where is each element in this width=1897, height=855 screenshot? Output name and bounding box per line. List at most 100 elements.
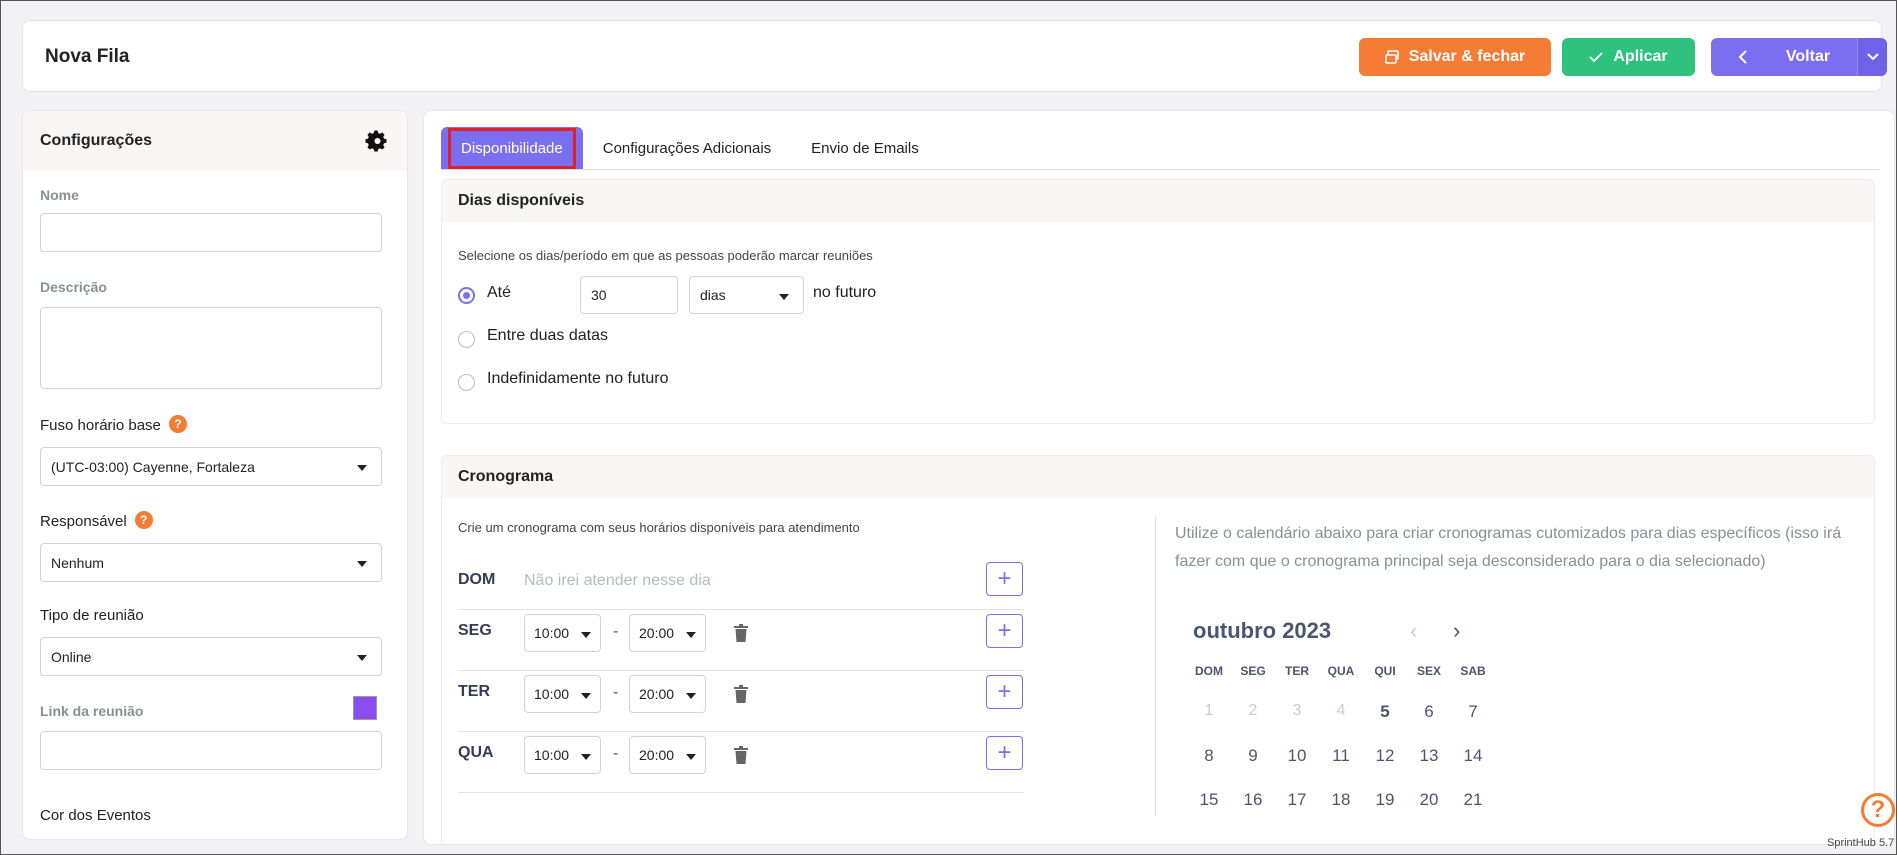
save-icon <box>1384 50 1399 64</box>
meeting-type-label: Tipo de reunião <box>40 607 144 624</box>
tab-emails[interactable]: Envio de Emails <box>791 127 939 169</box>
calendar-day[interactable]: 10 <box>1275 746 1319 766</box>
help-icon[interactable]: ? <box>168 415 187 433</box>
calendar-day[interactable]: 14 <box>1451 746 1495 766</box>
owner-select[interactable]: Nenhum <box>40 543 382 582</box>
add-interval-button-seg[interactable]: + <box>986 614 1023 648</box>
dom-off-text: Não irei atender nesse dia <box>524 572 711 589</box>
calendar-note: Utilize o calendário abaixo para criar c… <box>1175 525 1842 570</box>
qua-end-select[interactable]: 20:00 <box>629 736 706 774</box>
main-panel: Disponibilidade Configurações Adicionais… <box>423 110 1895 845</box>
add-interval-button-qua[interactable]: + <box>986 736 1023 770</box>
seg-end-select[interactable]: 20:00 <box>629 614 706 652</box>
apply-label: Aplicar <box>1613 48 1668 65</box>
qua-start-select[interactable]: 10:00 <box>524 736 601 774</box>
row-divider <box>458 670 1024 671</box>
help-icon[interactable]: ? <box>134 511 153 529</box>
calendar-day: 3 <box>1292 702 1302 719</box>
calendar-day[interactable]: 13 <box>1407 746 1451 766</box>
calendar-day[interactable]: 21 <box>1451 790 1495 810</box>
calendar-day[interactable]: 16 <box>1231 790 1275 810</box>
settings-panel: Configurações Nome Descrição Fuso horári… <box>22 110 408 840</box>
name-input[interactable] <box>40 213 382 252</box>
schedule-subtitle: Crie um cronograma com seus horários dis… <box>458 520 860 535</box>
back-dropdown-button[interactable] <box>1857 38 1887 76</box>
radio-indefinite-label: Indefinidamente no futuro <box>487 370 669 387</box>
tab-availability[interactable]: Disponibilidade <box>441 127 583 169</box>
row-divider <box>458 792 1024 793</box>
calendar-next-icon[interactable]: › <box>1453 618 1460 644</box>
seg-end-value: 20:00 <box>639 625 675 641</box>
calendar-day[interactable]: 18 <box>1319 790 1363 810</box>
event-color-swatch[interactable] <box>353 696 377 720</box>
meeting-link-label: Link da reunião <box>40 703 144 719</box>
radio-until[interactable] <box>458 287 475 304</box>
until-suffix: no futuro <box>813 284 877 301</box>
calendar-day[interactable]: 20 <box>1407 790 1451 810</box>
availability-subtitle: Selecione os dias/período em que as pess… <box>458 248 873 263</box>
day-label-qua: QUA <box>458 744 494 761</box>
calendar-day[interactable]: 8 <box>1187 746 1231 766</box>
until-unit-value: dias <box>700 287 726 303</box>
day-label-ter: TER <box>458 683 490 700</box>
calendar-day[interactable]: 7 <box>1451 702 1495 722</box>
ter-end-value: 20:00 <box>639 686 675 702</box>
caret-down-icon <box>581 632 591 638</box>
day-label-dom: DOM <box>458 571 496 588</box>
calendar-prev-icon[interactable]: ‹ <box>1410 618 1417 644</box>
calendar-day: 2 <box>1248 702 1258 719</box>
weekday-label: QUI <box>1374 664 1396 678</box>
chevron-left-icon <box>1738 50 1747 64</box>
settings-header: Configurações <box>23 111 407 171</box>
seg-start-select[interactable]: 10:00 <box>524 614 601 652</box>
gear-icon[interactable] <box>364 129 388 153</box>
page-header: Nova Fila Salvar & fechar Aplicar Voltar <box>22 20 1887 92</box>
trash-icon[interactable] <box>733 685 749 703</box>
meeting-link-input[interactable] <box>40 731 382 770</box>
caret-down-icon <box>357 655 367 661</box>
weekday-label: SEG <box>1240 664 1266 678</box>
trash-icon[interactable] <box>733 624 749 642</box>
caret-down-icon <box>686 693 696 699</box>
schedule-card: Cronograma Crie um cronograma com seus h… <box>441 455 1875 844</box>
calendar-day[interactable]: 19 <box>1363 790 1407 810</box>
save-close-button[interactable]: Salvar & fechar <box>1359 38 1551 76</box>
add-interval-button-ter[interactable]: + <box>986 675 1023 709</box>
ter-end-select[interactable]: 20:00 <box>629 675 706 713</box>
calendar-day[interactable]: 15 <box>1187 790 1231 810</box>
row-divider <box>458 609 1024 610</box>
until-unit-select[interactable]: dias <box>689 276 804 314</box>
ter-start-select[interactable]: 10:00 <box>524 675 601 713</box>
caret-down-icon <box>581 754 591 760</box>
schedule-vertical-divider <box>1155 516 1156 816</box>
weekday-label: QUA <box>1327 664 1355 678</box>
add-interval-button-dom[interactable]: + <box>986 562 1023 596</box>
trash-icon[interactable] <box>733 746 749 764</box>
chevron-down-icon <box>1866 53 1879 61</box>
calendar-day[interactable]: 11 <box>1319 746 1363 766</box>
weekday-label: SEX <box>1416 664 1441 678</box>
time-separator: - <box>613 623 619 640</box>
description-input[interactable] <box>40 307 382 389</box>
tab-additional-settings[interactable]: Configurações Adicionais <box>583 127 791 169</box>
calendar-day-today[interactable]: 5 <box>1363 702 1407 722</box>
back-button[interactable]: Voltar <box>1711 38 1857 76</box>
calendar-day[interactable]: 17 <box>1275 790 1319 810</box>
calendar-day[interactable]: 12 <box>1363 746 1407 766</box>
until-days-input[interactable]: 30 <box>580 276 678 314</box>
owner-label: Responsável? <box>40 511 153 531</box>
floating-help-icon[interactable]: ? <box>1861 793 1895 827</box>
seg-start-value: 10:00 <box>534 625 570 641</box>
qua-start-value: 10:00 <box>534 747 570 763</box>
weekday-label: DOM <box>1195 664 1223 678</box>
meeting-type-select[interactable]: Online <box>40 637 382 676</box>
apply-button[interactable]: Aplicar <box>1562 38 1695 76</box>
weekday-label: TER <box>1285 664 1309 678</box>
description-label: Descrição <box>40 279 107 295</box>
radio-between-dates[interactable] <box>458 331 475 348</box>
qua-end-value: 20:00 <box>639 747 675 763</box>
radio-indefinite[interactable] <box>458 374 475 391</box>
calendar-day[interactable]: 9 <box>1231 746 1275 766</box>
calendar-day[interactable]: 6 <box>1407 702 1451 722</box>
timezone-select[interactable]: (UTC-03:00) Cayenne, Fortaleza <box>40 447 382 486</box>
